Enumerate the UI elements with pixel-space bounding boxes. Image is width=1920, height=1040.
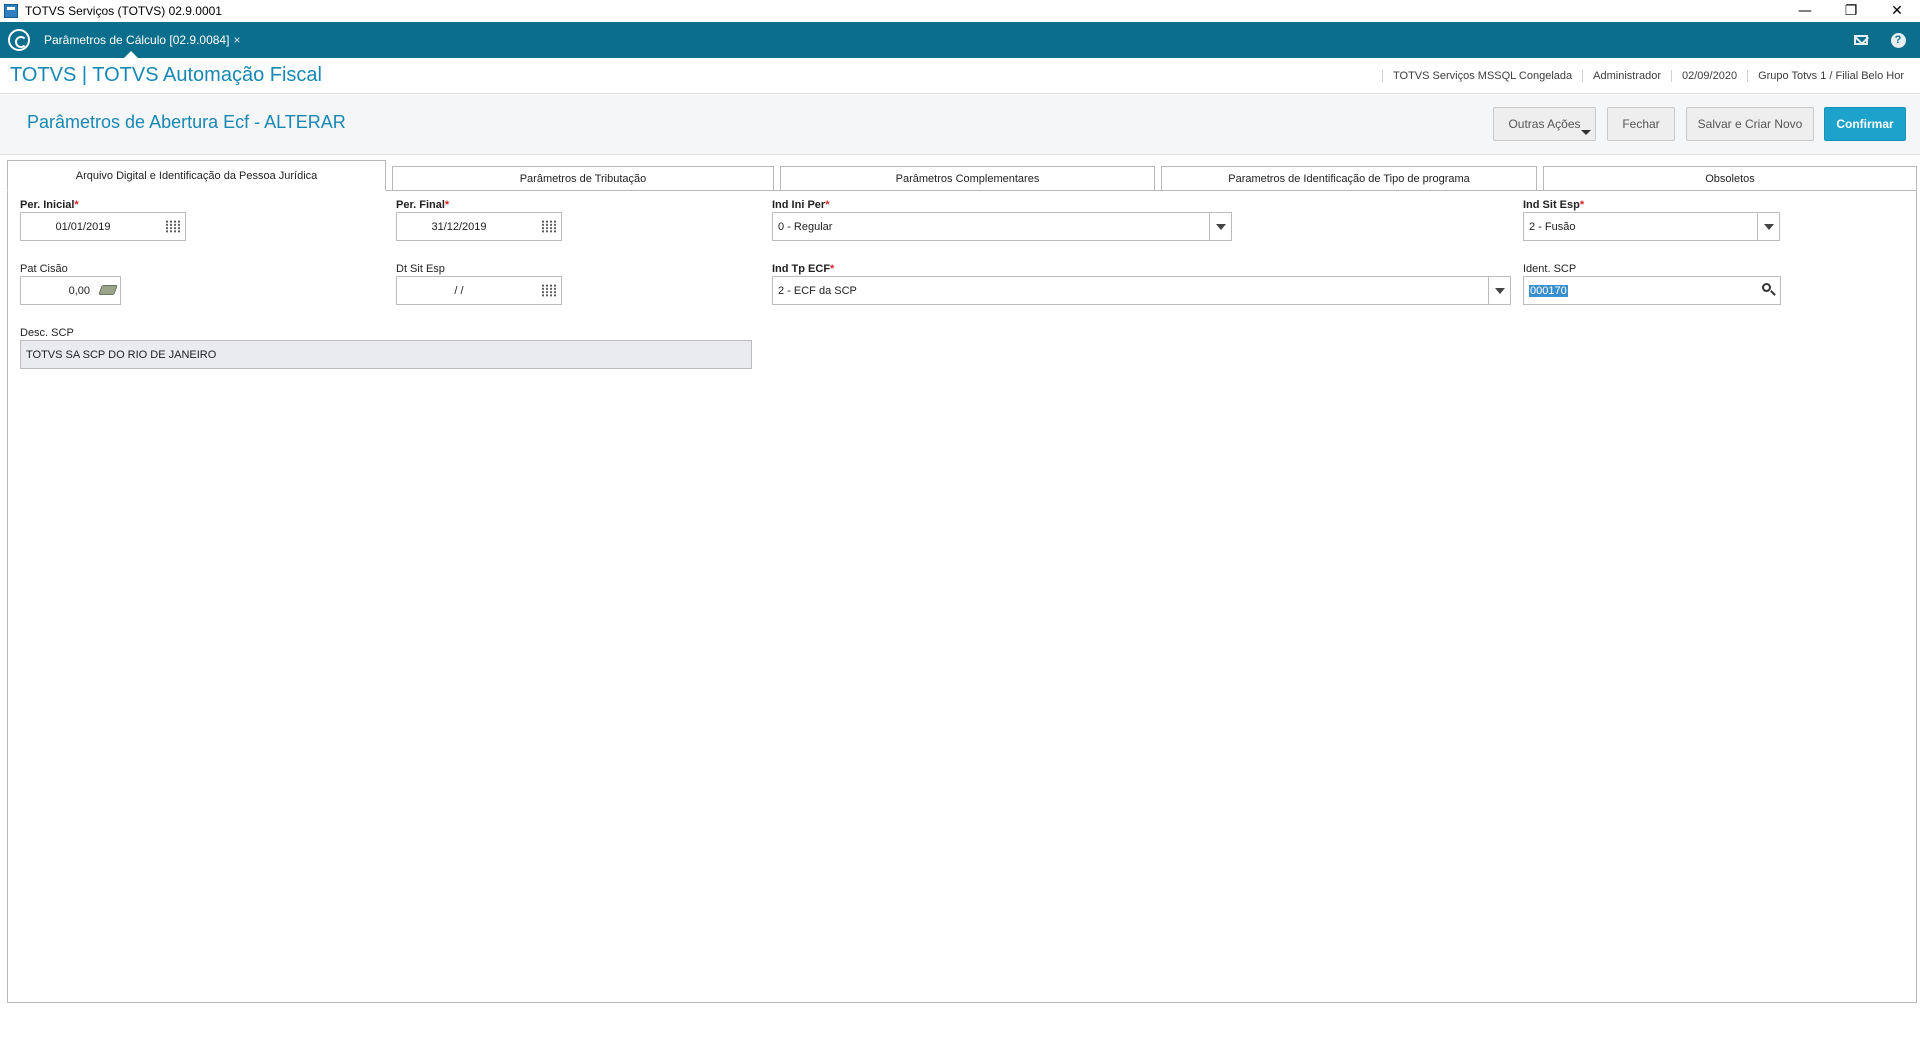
save-and-new-button[interactable]: Salvar e Criar Novo — [1686, 107, 1814, 141]
per-inicial-label: Per. Inicial* — [20, 199, 79, 211]
session-info: TOTVS Serviços MSSQL Congelada Administr… — [1382, 58, 1914, 94]
window-controls: — ❐ ✕ — [1782, 0, 1920, 22]
form-tabs: Arquivo Digital e Identificação da Pesso… — [7, 160, 1917, 191]
tab-arquivo-digital[interactable]: Arquivo Digital e Identificação da Pesso… — [7, 160, 386, 191]
close-button[interactable]: Fechar — [1607, 107, 1675, 141]
chevron-down-icon[interactable] — [1757, 213, 1779, 240]
window-titlebar: TOTVS Serviços (TOTVS) 02.9.0001 — ❐ ✕ — [0, 0, 1920, 22]
calendar-icon[interactable] — [541, 220, 557, 233]
ind-ini-per-select[interactable]: 0 - Regular — [772, 212, 1232, 241]
tab-label: Parâmetros de Cálculo [02.9.0084] — [44, 33, 230, 47]
tab-close-icon[interactable]: × — [233, 33, 240, 47]
date-label: 02/09/2020 — [1671, 70, 1747, 82]
app-icon — [4, 4, 18, 18]
tab-parametros-calculo[interactable]: Parâmetros de Cálculo [02.9.0084] × — [38, 22, 240, 58]
per-inicial-input[interactable]: 01/01/2019 — [20, 212, 186, 241]
branch-label[interactable]: Grupo Totvs 1 / Filial Belo Hor — [1747, 70, 1914, 82]
page-title: Parâmetros de Abertura Ecf - ALTERAR — [27, 112, 346, 132]
tab-parametros-complementares[interactable]: Parâmetros Complementares — [780, 166, 1155, 191]
help-icon[interactable]: ? — [1889, 31, 1907, 49]
desc-scp-field: TOTVS SA SCP DO RIO DE JANEIRO — [20, 340, 752, 369]
tab-parametros-tributacao[interactable]: Parâmetros de Tributação — [392, 166, 774, 191]
ind-sit-esp-label: Ind Sit Esp* — [1523, 199, 1585, 211]
pat-cisao-label: Pat Cisão — [20, 263, 68, 275]
other-actions-label: Outras Ações — [1508, 117, 1581, 131]
calendar-icon[interactable] — [165, 220, 181, 233]
chevron-down-icon — [1581, 130, 1591, 135]
calendar-icon[interactable] — [541, 284, 557, 297]
totvs-menu-icon[interactable] — [8, 29, 30, 51]
close-window-button[interactable]: ✕ — [1874, 0, 1920, 22]
app-header: TOTVS | TOTVS Automação Fiscal TOTVS Ser… — [0, 58, 1920, 94]
brand-title: TOTVS | TOTVS Automação Fiscal — [10, 64, 322, 86]
other-actions-button[interactable]: Outras Ações — [1493, 107, 1596, 141]
form-panel: Per. Inicial* 01/01/2019 Per. Final* 31/… — [7, 190, 1917, 1003]
window-title: TOTVS Serviços (TOTVS) 02.9.0001 — [25, 4, 222, 18]
pat-cisao-input[interactable]: 0,00 — [20, 276, 121, 305]
chevron-down-icon[interactable] — [1488, 277, 1510, 304]
ind-ini-per-label: Ind Ini Per* — [772, 199, 830, 211]
ident-scp-input[interactable]: 000170 — [1523, 276, 1781, 305]
ind-tp-ecf-select[interactable]: 2 - ECF da SCP — [772, 276, 1511, 305]
minimize-button[interactable]: — — [1782, 0, 1828, 22]
search-icon[interactable] — [1762, 283, 1776, 296]
ident-scp-label: Ident. SCP — [1523, 263, 1577, 275]
app-toolbar: Parâmetros de Cálculo [02.9.0084] × ? — [0, 22, 1920, 58]
environment-label: TOTVS Serviços MSSQL Congelada — [1382, 70, 1582, 82]
confirm-button[interactable]: Confirmar — [1824, 107, 1906, 141]
mail-icon[interactable] — [1852, 31, 1870, 49]
tab-parametros-identificacao[interactable]: Parametros de Identificação de Tipo de p… — [1161, 166, 1537, 191]
calculator-icon[interactable] — [98, 285, 118, 295]
desc-scp-label: Desc. SCP — [20, 327, 74, 339]
page-header: Parâmetros de Abertura Ecf - ALTERAR Out… — [0, 95, 1920, 155]
tab-active-caret — [124, 51, 138, 58]
dt-sit-esp-label: Dt Sit Esp — [396, 263, 445, 275]
chevron-down-icon[interactable] — [1209, 213, 1231, 240]
ind-sit-esp-select[interactable]: 2 - Fusão — [1523, 212, 1780, 241]
user-label: Administrador — [1582, 70, 1671, 82]
app-window: TOTVS Serviços (TOTVS) 02.9.0001 — ❐ ✕ P… — [0, 0, 1920, 1040]
ind-tp-ecf-label: Ind Tp ECF* — [772, 263, 835, 275]
per-final-label: Per. Final* — [396, 199, 450, 211]
tab-obsoletos[interactable]: Obsoletos — [1543, 166, 1917, 191]
per-final-input[interactable]: 31/12/2019 — [396, 212, 562, 241]
restore-button[interactable]: ❐ — [1828, 0, 1874, 22]
dt-sit-esp-input[interactable]: / / — [396, 276, 562, 305]
